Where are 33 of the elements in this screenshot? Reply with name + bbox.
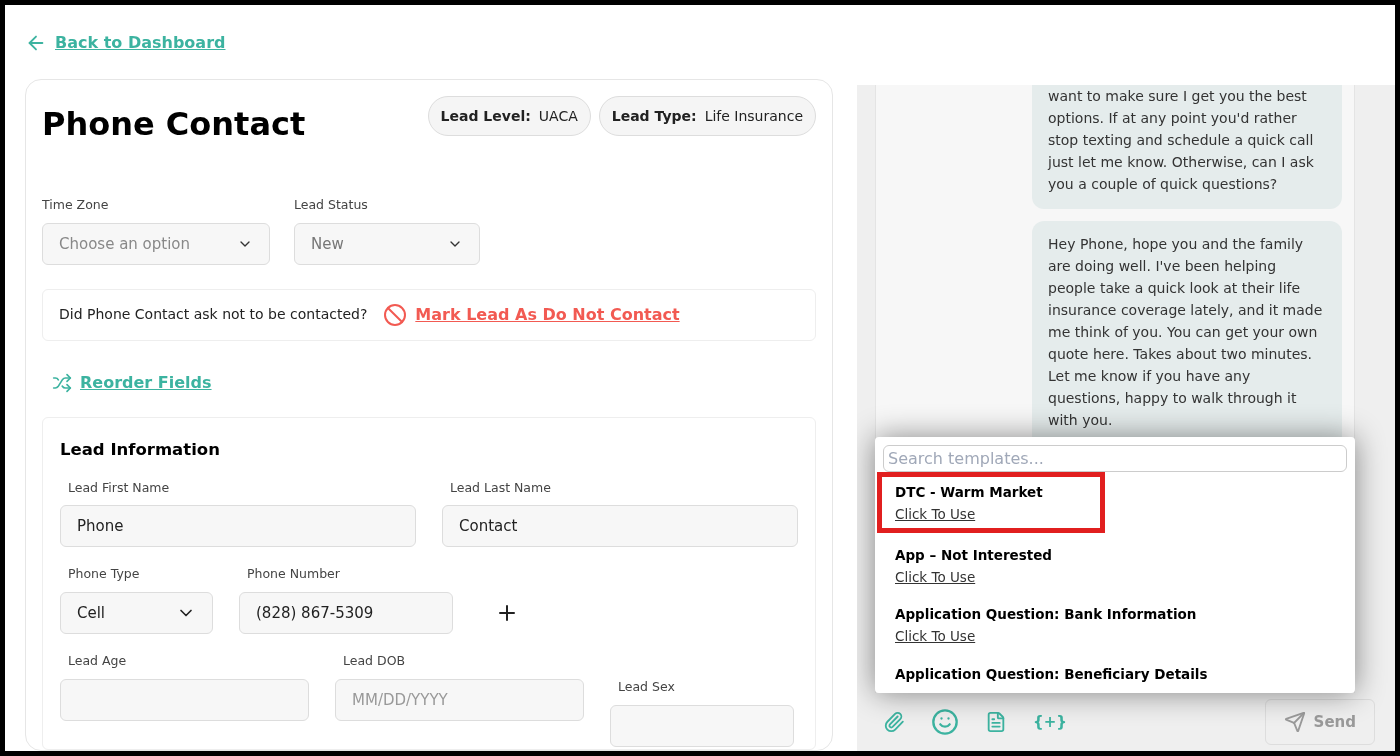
field-label: Lead Sex: [618, 678, 675, 696]
message-bubble: want to make sure I get you the best options. If at any point you'd rather stop texting and schedule a quick call just let me know. Otherwise, can I ask you a couple of quick questions?: [1032, 85, 1342, 209]
field-label: Phone Number: [247, 565, 340, 584]
text-field[interactable]: Contact: [442, 505, 798, 548]
send-icon: [1283, 711, 1306, 733]
field-label: Lead Last Name: [450, 478, 551, 497]
select-field[interactable]: New: [294, 222, 480, 265]
dnc-question: Did Phone Contact ask not to be contacted?: [59, 305, 368, 325]
paperclip-icon[interactable]: [883, 711, 905, 733]
select-field[interactable]: Cell: [60, 592, 213, 634]
field-label: Lead Status: [294, 196, 369, 214]
field-label: Phone Type: [68, 565, 140, 584]
field-label: Lead First Name: [68, 478, 170, 497]
text-field[interactable]: [60, 678, 309, 721]
template-item[interactable]: Application Question: Beneficiary Details: [883, 660, 1222, 687]
field-label: Lead Age: [68, 652, 127, 670]
select-field[interactable]: [610, 704, 794, 747]
template-item[interactable]: App – Not Interested Click To Use: [883, 541, 1067, 590]
text-field[interactable]: Phone: [60, 505, 416, 548]
lead-badge: Lead Type: Life Insurance: [598, 96, 816, 136]
emoji-icon[interactable]: [931, 708, 959, 736]
contact-title: Phone Contact: [42, 104, 306, 145]
field-label: Lead DOB: [343, 652, 406, 670]
template-item[interactable]: DTC - Warm Market Click To Use: [879, 474, 1103, 531]
prohibited-icon: [383, 302, 408, 327]
shuffle-icon: [52, 372, 72, 393]
document-icon[interactable]: [985, 711, 1007, 733]
search-templates-field[interactable]: Search templates...: [883, 445, 1347, 472]
template-item[interactable]: Application Question: Bank Information Click To Use: [883, 601, 1211, 650]
section-title: Lead Information: [60, 438, 221, 461]
lead-badge: Lead Level: UACA: [427, 96, 591, 136]
field-label: Time Zone: [42, 196, 110, 214]
phone-number-field[interactable]: (828) 867-5309: [239, 592, 453, 634]
